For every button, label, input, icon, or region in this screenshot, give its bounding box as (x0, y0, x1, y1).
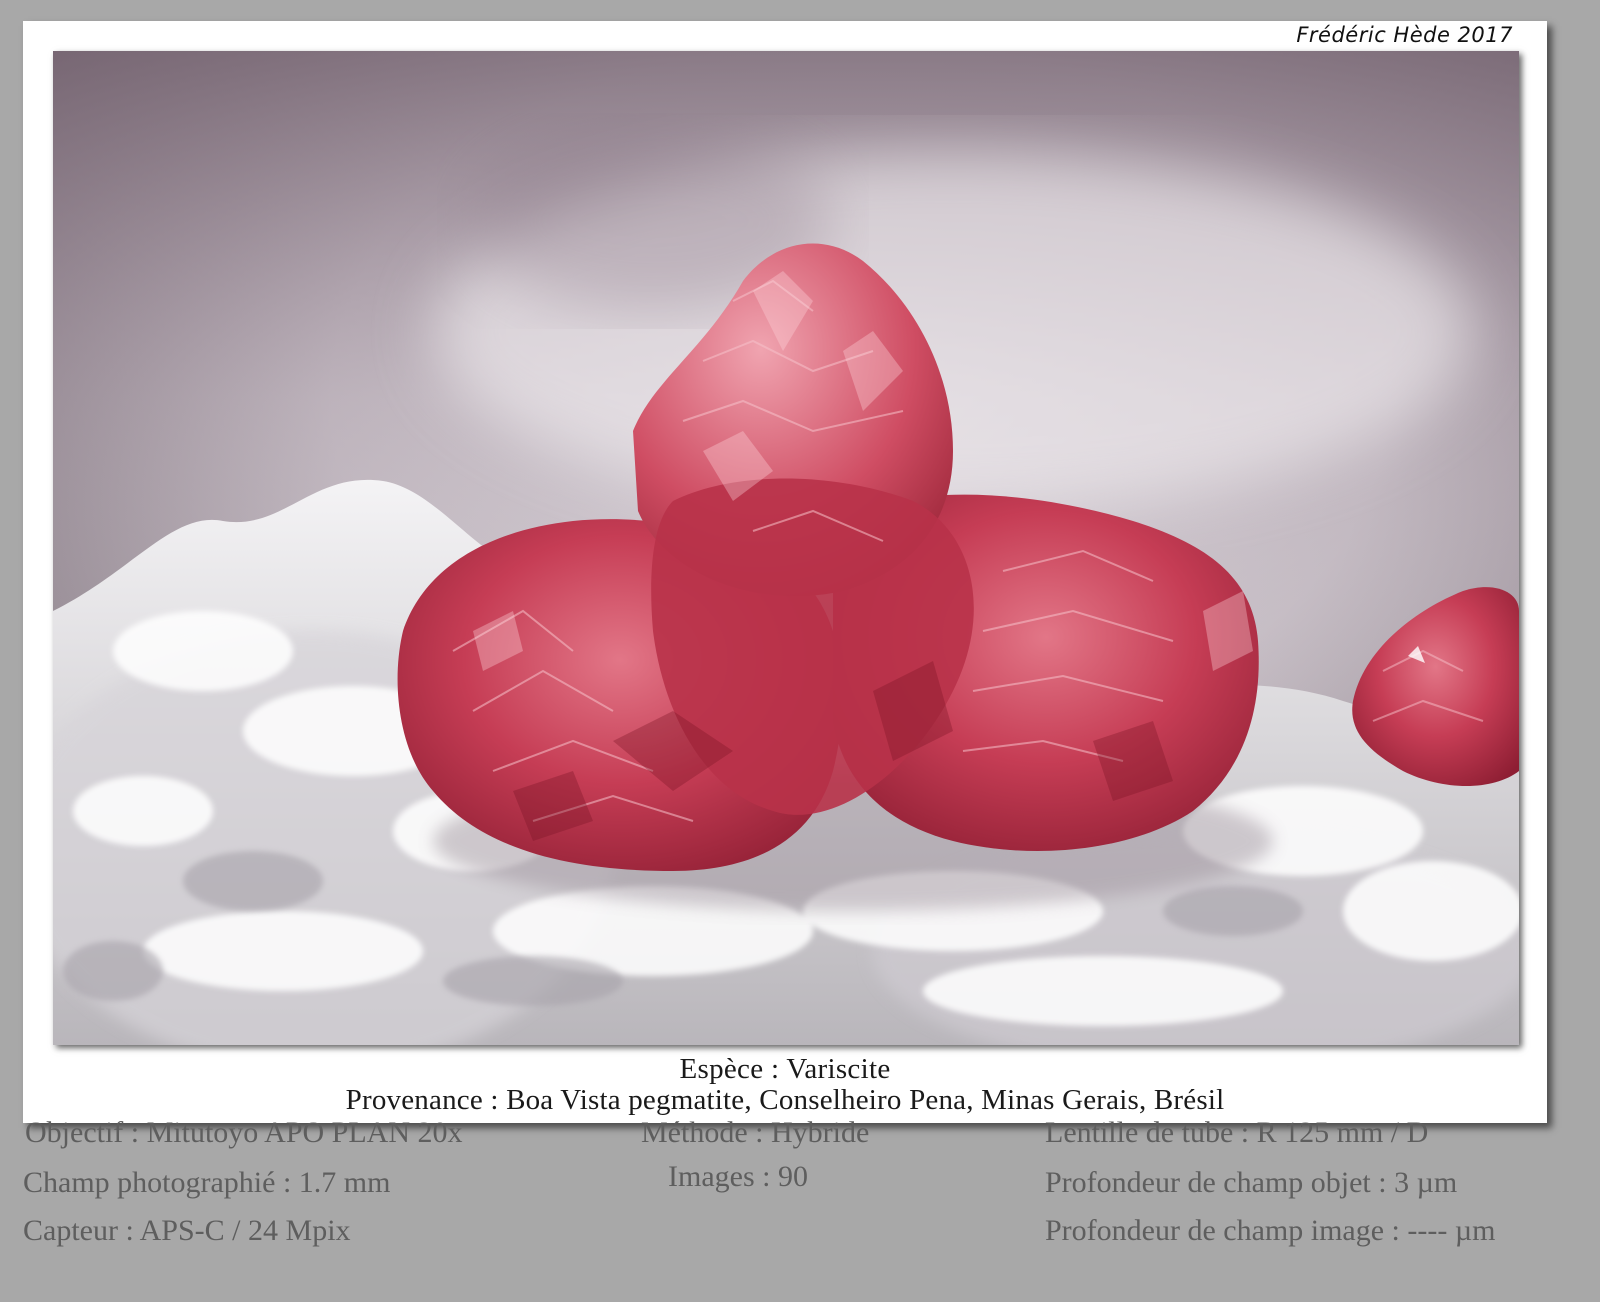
specimen-photo (53, 51, 1519, 1045)
dof-image-spec: Profondeur de champ image : ---- µm (1045, 1214, 1496, 1247)
page: Frédéric Hède 2017 Espèce: Variscite Pr… (0, 0, 1600, 1302)
specimen-photo-image (53, 51, 1519, 1045)
dof-object-spec: Profondeur de champ objet : 3 µm (1045, 1166, 1458, 1199)
method-spec: Méthode : Hybride (641, 1116, 870, 1149)
species-label: Espèce : Variscite (679, 1053, 891, 1085)
photo-card: Frédéric Hède 2017 Espèce: Variscite Pr… (23, 21, 1547, 1123)
photographer-credit: Frédéric Hède 2017 (1296, 23, 1513, 47)
sensor-spec: Capteur : APS-C / 24 Mpix (23, 1214, 351, 1247)
specimen-caption: Espèce : Variscite Provenance : Boa Vist… (23, 1054, 1547, 1116)
provenance-label: Provenance : Boa Vista pegmatite, Consel… (345, 1084, 1225, 1116)
images-spec: Images : 90 (668, 1160, 808, 1193)
tube-lens-spec: Lentille de tube : R 125 mm / D (1045, 1116, 1429, 1149)
field-spec: Champ photographié : 1.7 mm (23, 1166, 391, 1199)
objective-spec: Objectif : Mitutoyo APO PLAN 20x (25, 1116, 463, 1149)
